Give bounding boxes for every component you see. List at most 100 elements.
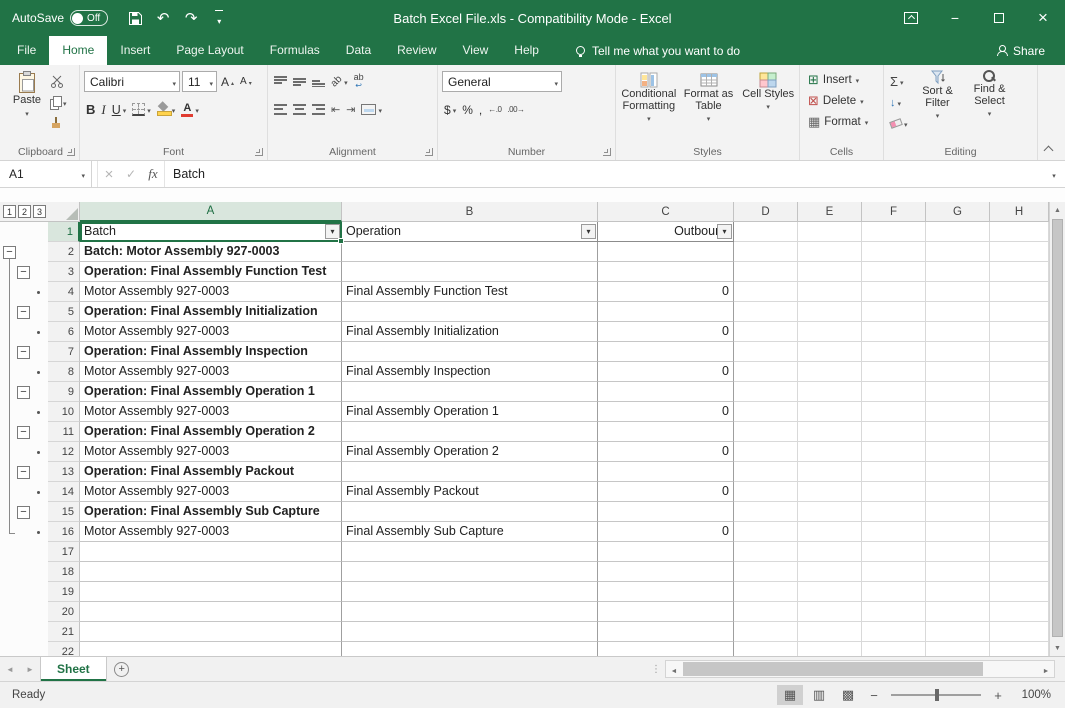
cell-C10[interactable]: 0 [598,402,734,422]
new-sheet-button[interactable] [107,657,137,681]
cell-A15[interactable]: Operation: Final Assembly Sub Capture [80,502,342,522]
cell-D6[interactable] [734,322,798,342]
column-header-D[interactable]: D [734,202,798,222]
row-header-4[interactable]: 4 [48,282,80,302]
cell-F17[interactable] [862,542,926,562]
cell-G12[interactable] [926,442,990,462]
italic-button[interactable]: I [99,100,107,119]
cell-E8[interactable] [798,362,862,382]
percent-style-button[interactable]: % [460,100,475,119]
borders-button[interactable] [130,100,153,119]
cell-B19[interactable] [342,582,598,602]
cell-F19[interactable] [862,582,926,602]
row-header-3[interactable]: 3 [48,262,80,282]
collapse-group-button[interactable] [17,466,30,479]
tab-splitter-handle[interactable] [651,657,661,681]
cell-F3[interactable] [862,262,926,282]
cell-A7[interactable]: Operation: Final Assembly Inspection [80,342,342,362]
save-button[interactable] [122,5,148,31]
outline-level-button-2[interactable]: 2 [18,205,31,218]
cell-B13[interactable] [342,462,598,482]
font-size-combo[interactable]: 11 [182,71,217,92]
cell-H22[interactable] [990,642,1049,656]
row-header-12[interactable]: 12 [48,442,80,462]
cell-C22[interactable] [598,642,734,656]
cell-E9[interactable] [798,382,862,402]
cell-H10[interactable] [990,402,1049,422]
cell-B1[interactable]: Operation [342,222,598,242]
zoom-out-button[interactable] [864,688,884,703]
column-header-F[interactable]: F [862,202,926,222]
cell-H3[interactable] [990,262,1049,282]
formula-bar-expand-button[interactable] [1043,161,1065,187]
cell-G21[interactable] [926,622,990,642]
cell-G2[interactable] [926,242,990,262]
cell-styles-button[interactable]: Cell Styles [739,71,797,144]
format-as-table-button[interactable]: Format as Table [680,71,738,144]
row-header-6[interactable]: 6 [48,322,80,342]
cell-A22[interactable] [80,642,342,656]
zoom-slider[interactable] [891,694,981,696]
cancel-button[interactable] [98,161,120,187]
cell-B5[interactable] [342,302,598,322]
cell-F10[interactable] [862,402,926,422]
fill-button[interactable] [888,93,910,112]
font-name-combo[interactable]: Calibri [84,71,180,92]
horizontal-scrollbar-thumb[interactable] [683,662,983,676]
cell-D11[interactable] [734,422,798,442]
insert-function-button[interactable]: fx [142,161,164,187]
row-header-22[interactable]: 22 [48,642,80,656]
font-dialog-launcher[interactable] [255,148,263,156]
tab-page-layout[interactable]: Page Layout [163,36,256,65]
cell-C21[interactable] [598,622,734,642]
cell-D19[interactable] [734,582,798,602]
share-button[interactable]: Share [997,36,1045,65]
cell-A14[interactable]: Motor Assembly 927-0003 [80,482,342,502]
fill-color-button[interactable] [155,100,178,119]
row-header-15[interactable]: 15 [48,502,80,522]
cell-B9[interactable] [342,382,598,402]
bold-button[interactable]: B [84,100,97,119]
cell-F14[interactable] [862,482,926,502]
cell-C16[interactable]: 0 [598,522,734,542]
filter-button-A[interactable] [325,224,340,239]
cell-A8[interactable]: Motor Assembly 927-0003 [80,362,342,382]
cell-G15[interactable] [926,502,990,522]
align-center-button[interactable] [291,100,308,119]
cell-C6[interactable]: 0 [598,322,734,342]
cell-C8[interactable]: 0 [598,362,734,382]
cell-C7[interactable] [598,342,734,362]
column-header-G[interactable]: G [926,202,990,222]
cell-A19[interactable] [80,582,342,602]
cell-G22[interactable] [926,642,990,656]
cell-D14[interactable] [734,482,798,502]
cell-B11[interactable] [342,422,598,442]
cell-G11[interactable] [926,422,990,442]
cell-E2[interactable] [798,242,862,262]
redo-button[interactable] [178,5,204,31]
row-header-14[interactable]: 14 [48,482,80,502]
tab-formulas[interactable]: Formulas [257,36,333,65]
cell-H21[interactable] [990,622,1049,642]
vertical-scrollbar-thumb[interactable] [1052,219,1063,637]
cell-C17[interactable] [598,542,734,562]
cell-A5[interactable]: Operation: Final Assembly Initialization [80,302,342,322]
cell-E14[interactable] [798,482,862,502]
tab-review[interactable]: Review [384,36,449,65]
merge-center-button[interactable] [359,100,384,119]
cell-B2[interactable] [342,242,598,262]
collapse-group-button[interactable] [17,266,30,279]
cell-D22[interactable] [734,642,798,656]
row-header-21[interactable]: 21 [48,622,80,642]
tab-home[interactable]: Home [49,36,107,65]
cell-C4[interactable]: 0 [598,282,734,302]
sheet-tab-active[interactable]: Sheet [40,657,107,681]
cell-E18[interactable] [798,562,862,582]
name-box[interactable]: A1 [0,161,92,187]
cell-E15[interactable] [798,502,862,522]
cell-F6[interactable] [862,322,926,342]
zoom-slider-thumb[interactable] [935,689,939,701]
cell-G7[interactable] [926,342,990,362]
cell-E12[interactable] [798,442,862,462]
cell-H8[interactable] [990,362,1049,382]
